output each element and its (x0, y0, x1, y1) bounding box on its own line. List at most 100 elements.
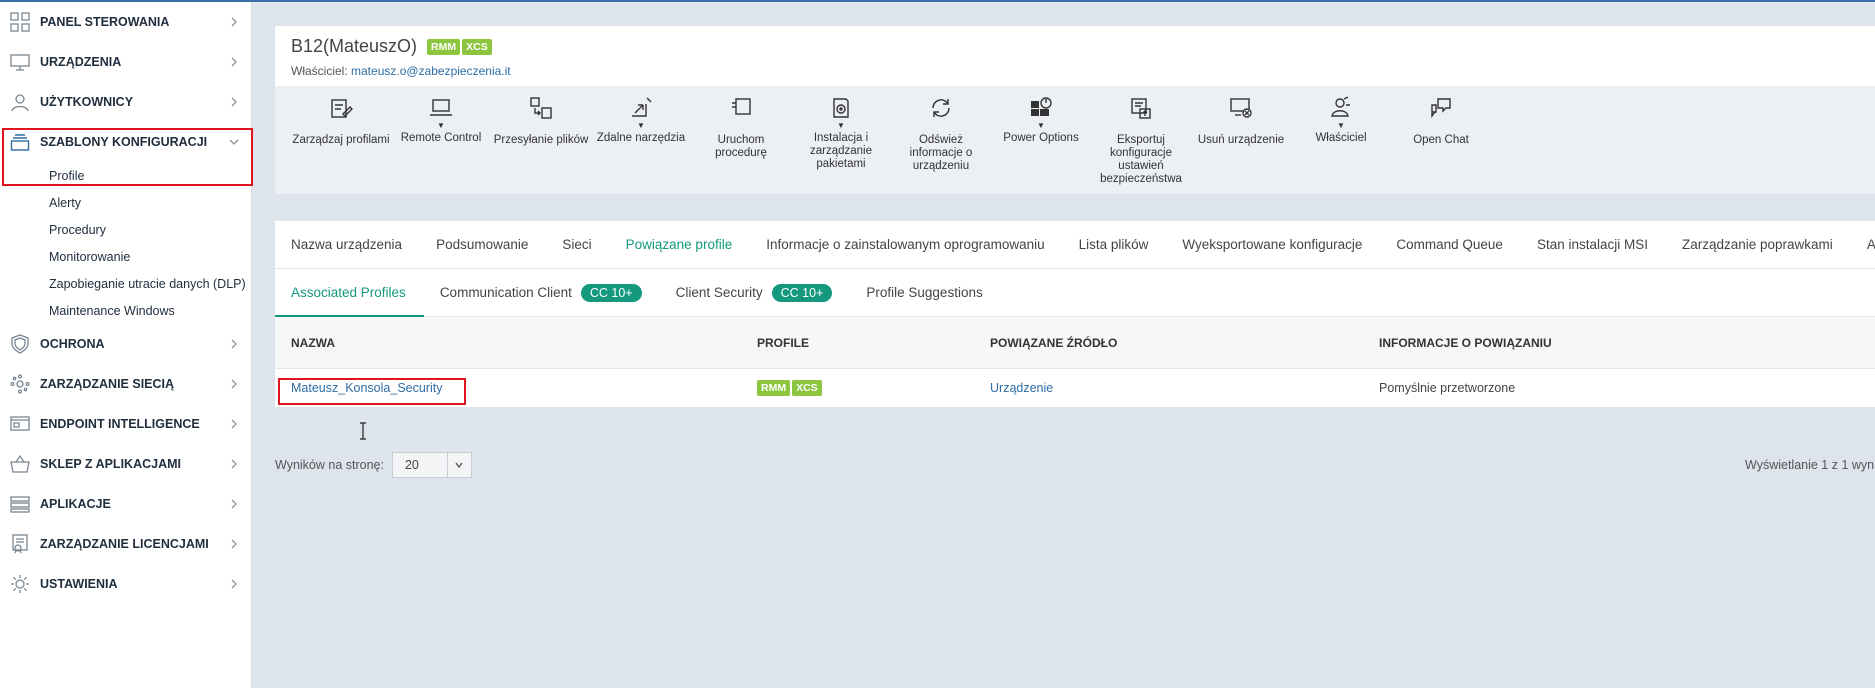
sidebar-subitem-profile[interactable]: Profile (0, 162, 251, 189)
column-header-source[interactable]: POWIĄZANE ŹRÓDŁO (990, 336, 1117, 350)
remove-device-icon (1230, 98, 1252, 118)
column-header-name[interactable]: NAZWA (291, 336, 335, 350)
export-security-config-button[interactable]: Eksportuj konfiguracje ustawień bezpiecz… (1091, 96, 1191, 194)
page-size-select[interactable]: 20 (391, 452, 472, 478)
open-chat-button[interactable]: Open Chat (1391, 96, 1491, 194)
sidebar-item-protection[interactable]: OCHRONA (0, 324, 251, 364)
tab-networks[interactable]: Sieci (562, 221, 591, 269)
top-accent-line (0, 0, 1875, 2)
subtab-associated-profiles[interactable]: Associated Profiles (275, 269, 424, 318)
sidebar-item-applications[interactable]: APLIKACJE (0, 484, 251, 524)
sidebar-item-label: UŻYTKOWNICY (40, 95, 134, 109)
sidebar-item-label: ZARZĄDZANIE LICENCJAMI (40, 537, 209, 551)
device-title-row: B12(MateuszO) RMM XCS (291, 36, 1859, 57)
remote-control-button[interactable]: ▼ Remote Control (391, 96, 491, 194)
dropdown-arrow-icon: ▼ (1037, 121, 1045, 130)
association-info: Pomyślnie przetworzone (1379, 381, 1516, 395)
sidebar-subitem-dlp[interactable]: Zapobieganie utracie danych (DLP) (0, 270, 251, 297)
subtab-label: Client Security (675, 285, 763, 300)
refresh-device-button[interactable]: Odśwież informacje o urządzeniu (891, 96, 991, 194)
remote-tools-icon (632, 97, 652, 117)
column-header-info[interactable]: INFORMACJE O POWIĄZANIU (1379, 336, 1552, 350)
sidebar-item-templates[interactable]: SZABLONY KONFIGURACJI (0, 122, 251, 162)
package-icon (833, 98, 849, 118)
profile-badges: RMM XCS (757, 380, 822, 396)
owner-button[interactable]: ▼ Właściciel (1291, 96, 1391, 194)
tab-device-name[interactable]: Nazwa urządzenia (291, 221, 402, 269)
sidebar-item-label: ENDPOINT INTELLIGENCE (40, 417, 200, 431)
chevron-right-icon (231, 419, 237, 429)
sidebar-item-panel[interactable]: PANEL STEROWANIA (0, 2, 251, 42)
sidebar-item-settings[interactable]: USTAWIENIA (0, 564, 251, 604)
chevron-right-icon (231, 339, 237, 349)
text-cursor-icon (360, 422, 366, 440)
sidebar-item-network[interactable]: ZARZĄDZANIE SIECIĄ (0, 364, 251, 404)
main-tabs: Nazwa urządzenia Podsumowanie Sieci Powi… (275, 221, 1875, 269)
sidebar-subitem-maintenance[interactable]: Maintenance Windows (0, 297, 251, 324)
file-transfer-button[interactable]: Przesyłanie plików (491, 96, 591, 194)
subtab-client-security[interactable]: Client Security CC 10+ (676, 269, 833, 317)
sub-tabs: Associated Profiles Communication Client… (275, 269, 1875, 318)
run-procedure-button[interactable]: Uruchom procedurę (691, 96, 791, 194)
column-header-profile[interactable]: PROFILE (757, 336, 809, 350)
page-size-value: 20 (404, 458, 419, 472)
package-management-button[interactable]: ▼ Instalacja i zarządzanie pakietami (791, 96, 891, 194)
tool-label: Zarządzaj profilami (292, 134, 390, 146)
profile-name-link[interactable]: Mateusz_Konsola_Security (291, 381, 442, 395)
cc-version-pill: CC 10+ (771, 283, 833, 302)
owner-icon (1331, 96, 1350, 117)
sidebar-item-users[interactable]: UŻYTKOWNICY (0, 82, 251, 122)
laptop-icon (430, 99, 452, 116)
templates-icon (10, 134, 30, 151)
sidebar-item-licenses[interactable]: ZARZĄDZANIE LICENCJAMI (0, 524, 251, 564)
chevron-right-icon (231, 379, 237, 389)
tab-associated-profiles[interactable]: Powiązane profile (626, 221, 733, 269)
tab-antivirus[interactable]: Antywiru (1867, 221, 1875, 269)
tab-patch-management[interactable]: Zarządzanie poprawkami (1682, 221, 1833, 269)
tab-file-list[interactable]: Lista plików (1079, 221, 1149, 269)
tool-label: Power Options (1003, 132, 1079, 144)
sidebar-item-devices[interactable]: URZĄDZENIA (0, 42, 251, 82)
sidebar-item-label: APLIKACJE (40, 497, 111, 511)
results-info: Wyświetlanie 1 z 1 wynik (1745, 458, 1875, 472)
subtab-label: Profile Suggestions (866, 285, 983, 300)
sidebar-item-label: URZĄDZENIA (40, 55, 122, 69)
power-options-button[interactable]: ▼ Power Options (991, 96, 1091, 194)
endpoint-icon (10, 416, 30, 431)
shield-icon (11, 334, 29, 354)
tab-summary[interactable]: Podsumowanie (436, 221, 528, 269)
sidebar-item-app-store[interactable]: SKLEP Z APLIKACJAMI (0, 444, 251, 484)
tab-installed-software[interactable]: Informacje o zainstalowanym oprogramowan… (766, 221, 1044, 269)
sidebar-item-endpoint[interactable]: ENDPOINT INTELLIGENCE (0, 404, 251, 444)
remove-device-button[interactable]: Usuń urządzenie (1191, 96, 1291, 194)
tab-command-queue[interactable]: Command Queue (1396, 221, 1503, 269)
sidebar-subitem-monitoring[interactable]: Monitorowanie (0, 243, 251, 270)
dropdown-arrow-icon: ▼ (1337, 121, 1345, 130)
main-content: B12(MateuszO) RMM XCS Właściciel: mateus… (275, 26, 1875, 478)
device-title: B12(MateuszO) (291, 36, 418, 56)
license-icon (12, 534, 28, 554)
subtab-communication-client[interactable]: Communication Client CC 10+ (440, 269, 642, 317)
user-icon (11, 94, 29, 112)
refresh-icon (932, 99, 950, 117)
power-icon (1031, 97, 1052, 116)
manage-profiles-button[interactable]: Zarządzaj profilami (291, 96, 391, 194)
basket-icon (10, 454, 30, 473)
sidebar-item-label: OCHRONA (40, 337, 105, 351)
tool-label: Właściciel (1315, 132, 1367, 144)
tab-msi-status[interactable]: Stan instalacji MSI (1537, 221, 1648, 269)
subtab-profile-suggestions[interactable]: Profile Suggestions (866, 269, 982, 317)
tab-exported-configs[interactable]: Wyeksportowane konfiguracje (1182, 221, 1362, 269)
chat-icon (1431, 98, 1451, 119)
sidebar-subitem-procedures[interactable]: Procedury (0, 216, 251, 243)
remote-tools-button[interactable]: ▼ Zdalne narzędzia (591, 96, 691, 194)
sidebar-subitem-alerts[interactable]: Alerty (0, 189, 251, 216)
chevron-right-icon (231, 579, 237, 589)
details-card: Nazwa urządzenia Podsumowanie Sieci Powi… (275, 221, 1875, 407)
chevron-right-icon (231, 97, 237, 107)
action-toolbar: Zarządzaj profilami ▼ Remote Control Prz… (275, 86, 1875, 194)
source-link[interactable]: Urządzenie (990, 381, 1053, 395)
owner-email-link[interactable]: mateusz.o@zabezpieczenia.it (351, 64, 511, 78)
dropdown-arrow-icon: ▼ (437, 121, 445, 130)
chevron-down-icon (446, 453, 471, 477)
